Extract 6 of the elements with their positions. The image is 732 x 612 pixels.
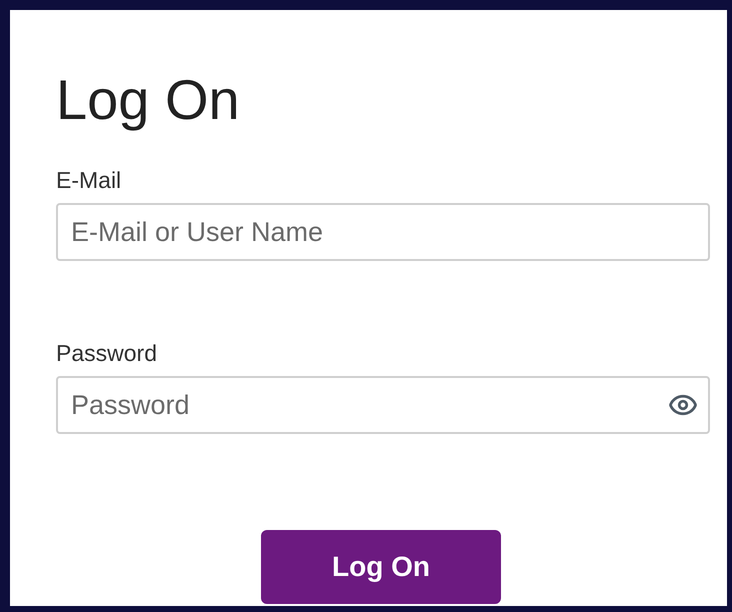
email-field[interactable]: E-Mail or User Name <box>56 203 710 261</box>
password-field[interactable]: Password <box>56 376 710 434</box>
field-label: E-Mail <box>56 166 122 194</box>
log-on-button[interactable]: Log On <box>261 530 501 604</box>
field-label: Password <box>56 339 157 367</box>
page-title: Log On <box>56 70 240 130</box>
